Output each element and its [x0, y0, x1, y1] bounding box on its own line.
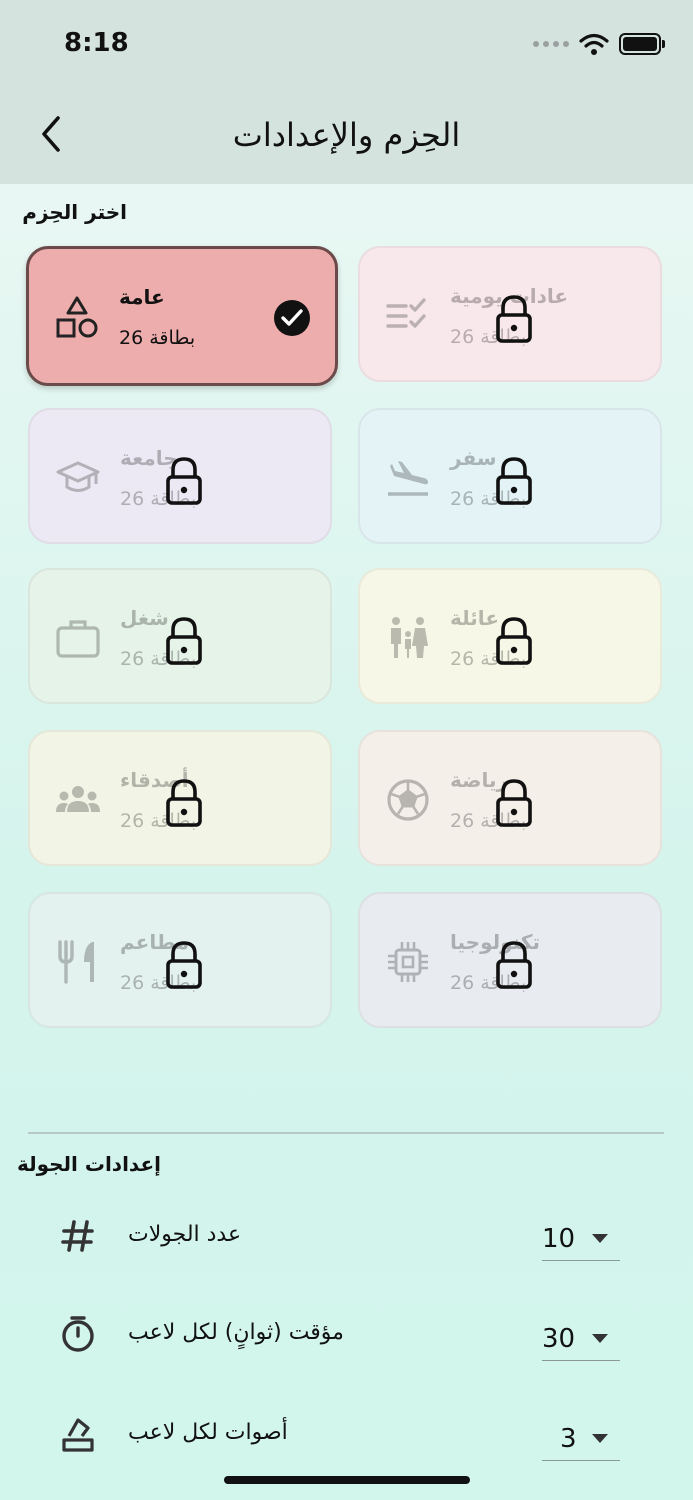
- pack-card[interactable]: شغل بطاقة 26: [28, 568, 332, 704]
- settings-section-label: إعدادات الجولة: [16, 1152, 161, 1176]
- votes-per-player-select[interactable]: 3: [542, 1420, 620, 1461]
- pack-card[interactable]: عائلة بطاقة 26: [358, 568, 662, 704]
- lock-icon: [164, 940, 204, 990]
- navigation-bar: الحِزم والإعدادات: [0, 86, 693, 184]
- lock-icon: [494, 456, 534, 506]
- graduation-cap-icon: [56, 461, 100, 492]
- family-icon: [391, 617, 428, 658]
- page-title: الحِزم والإعدادات: [232, 116, 461, 154]
- status-icons: [533, 30, 665, 58]
- chip-icon: [388, 942, 428, 982]
- votes-per-player-label: أصوات لكل لاعب: [128, 1420, 288, 1445]
- pack-card[interactable]: تكنولوجيا بطاقة 26: [358, 892, 662, 1028]
- pack-card[interactable]: عادات يومية بطاقة 26: [358, 246, 662, 382]
- pack-card[interactable]: مطاعم بطاقة 26: [28, 892, 332, 1028]
- packs-section-label: اختر الحِزم: [22, 200, 127, 224]
- timer-icon: [62, 1316, 94, 1352]
- pack-card[interactable]: رياضة بطاقة 26: [358, 730, 662, 866]
- votes-per-player-value: 3: [560, 1424, 577, 1454]
- checklist-icon: [386, 298, 426, 328]
- pack-card[interactable]: أصدقاء بطاقة 26: [28, 730, 332, 866]
- shapes-icon: [56, 296, 98, 338]
- lock-icon: [494, 294, 534, 344]
- turn-timer-label: مؤقت (ثوانٍ) لكل لاعب: [128, 1320, 344, 1345]
- status-time: 8:18: [64, 28, 129, 58]
- dropdown-caret-icon: [592, 1434, 608, 1443]
- turn-timer-select[interactable]: 30: [542, 1320, 620, 1361]
- rounds-count-value: 10: [542, 1224, 576, 1254]
- hash-icon: [61, 1220, 94, 1252]
- pack-name: شغل: [120, 606, 169, 630]
- lock-icon: [494, 940, 534, 990]
- section-divider: [28, 1132, 664, 1134]
- pack-card[interactable]: سفر بطاقة 26: [358, 408, 662, 544]
- pack-card-count: بطاقة 26: [119, 327, 196, 349]
- lock-icon: [494, 616, 534, 666]
- home-indicator: [224, 1476, 470, 1484]
- check-circle-icon: [273, 299, 311, 337]
- pack-card[interactable]: جامعة بطاقة 26: [28, 408, 332, 544]
- airplane-landing-icon: [388, 461, 428, 496]
- rounds-count-select[interactable]: 10: [542, 1220, 620, 1261]
- pack-name: سفر: [450, 446, 497, 470]
- vote-icon: [62, 1418, 94, 1452]
- status-bar: 8:18: [0, 0, 693, 86]
- utensils-icon: [58, 940, 94, 984]
- turn-timer-value: 30: [542, 1324, 576, 1354]
- pack-name: عائلة: [450, 606, 499, 630]
- cellular-signal-icon: [533, 41, 569, 47]
- briefcase-icon: [56, 620, 100, 658]
- lock-icon: [164, 616, 204, 666]
- pack-card[interactable]: عامة بطاقة 26: [26, 246, 338, 386]
- lock-icon: [164, 778, 204, 828]
- soccer-ball-icon: [387, 779, 429, 821]
- pack-name: عامة: [119, 285, 165, 309]
- battery-icon: [619, 33, 665, 55]
- dropdown-caret-icon: [592, 1334, 608, 1343]
- dropdown-caret-icon: [592, 1234, 608, 1243]
- lock-icon: [494, 778, 534, 828]
- lock-icon: [164, 456, 204, 506]
- rounds-count-label: عدد الجولات: [128, 1222, 242, 1247]
- group-icon: [56, 786, 100, 812]
- wifi-icon: [579, 33, 609, 55]
